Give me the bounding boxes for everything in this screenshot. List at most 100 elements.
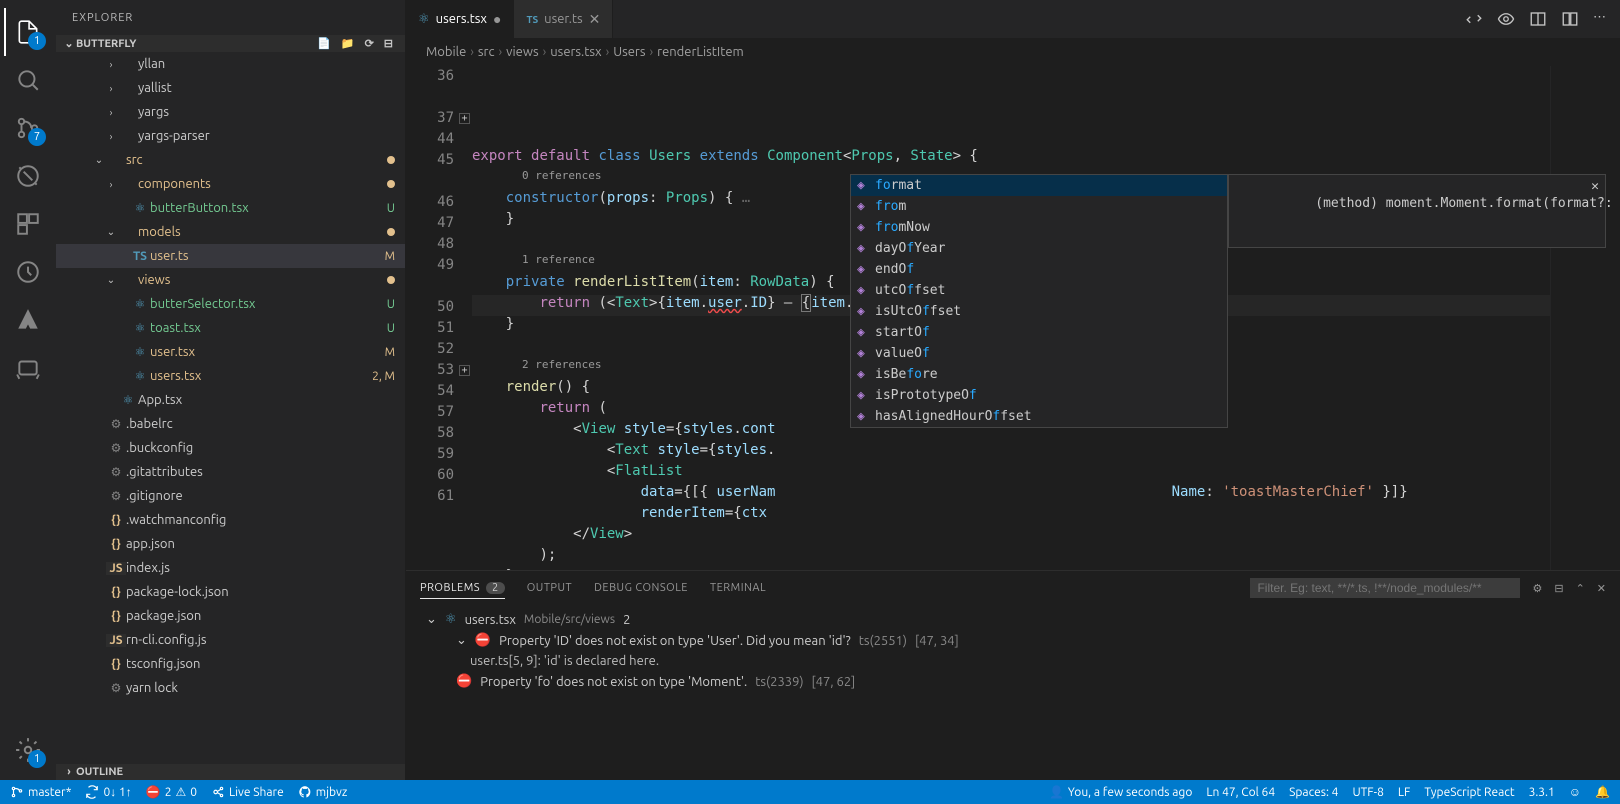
activity-azure[interactable] (4, 296, 52, 344)
tree-row[interactable]: ›yargs-parser (56, 124, 405, 148)
tree-row[interactable]: {}app.json (56, 532, 405, 556)
tree-row[interactable]: ⌄views (56, 268, 405, 292)
status-errors[interactable]: ⛔2 ⚠0 (146, 785, 197, 799)
problems-list[interactable]: ⌄ ⚛ users.tsx Mobile/src/views 2 ⌄ ⛔ Pro… (406, 605, 1620, 780)
tab-output[interactable]: OUTPUT (527, 582, 572, 594)
file-tree[interactable]: ›yllan›yallist›yargs›yargs-parser⌄src›co… (56, 52, 405, 764)
activity-debug[interactable] (4, 152, 52, 200)
status-encoding[interactable]: UTF-8 (1352, 786, 1383, 799)
problems-filter-input[interactable] (1250, 578, 1520, 598)
suggest-item[interactable]: ◈fromNow (851, 217, 1227, 238)
tree-row[interactable]: ⚛users.tsx2, M (56, 364, 405, 388)
tree-row[interactable]: ⚛user.tsxM (56, 340, 405, 364)
status-ts-version[interactable]: 3.3.1 (1529, 786, 1555, 799)
breadcrumb-item[interactable]: Mobile (426, 45, 466, 59)
suggest-item[interactable]: ◈endOf (851, 259, 1227, 280)
close-icon[interactable]: ✕ (1591, 179, 1599, 194)
breadcrumb-item[interactable]: Users (613, 45, 645, 59)
code-line[interactable]: data={[{ userNam Name: 'toastMasterChief… (472, 484, 1550, 505)
tree-row[interactable]: ⚙.gitignore (56, 484, 405, 508)
dirty-icon[interactable]: ● (493, 11, 501, 27)
suggest-item[interactable]: ◈isBefore (851, 364, 1227, 385)
suggest-item[interactable]: ◈isUtcOffset (851, 301, 1227, 322)
code-line[interactable]: <FlatList (472, 463, 1550, 484)
fold-icon[interactable]: + (459, 113, 470, 124)
new-file-icon[interactable]: 📄 (317, 37, 331, 50)
maximize-panel-icon[interactable]: ⌃ (1576, 582, 1585, 595)
suggest-item[interactable]: ◈from (851, 196, 1227, 217)
suggest-item[interactable]: ◈startOf (851, 322, 1227, 343)
compare-icon[interactable] (1465, 10, 1483, 28)
close-panel-icon[interactable]: ✕ (1597, 582, 1606, 595)
code-line[interactable]: ); (472, 547, 1550, 568)
tree-row[interactable]: ⚙.babelrc (56, 412, 405, 436)
status-feedback-icon[interactable]: ☺ (1569, 785, 1581, 799)
code-editor[interactable]: 3637+44454647484950515253+545758596061 e… (406, 66, 1620, 570)
tree-row[interactable]: {}tsconfig.json (56, 652, 405, 676)
activity-extensions[interactable] (4, 200, 52, 248)
tree-row[interactable]: {}.watchmanconfig (56, 508, 405, 532)
editor-tab[interactable]: ⚛users.tsx● (406, 0, 514, 38)
tree-row[interactable]: ⚛butterButton.tsxU (56, 196, 405, 220)
section-header-outline[interactable]: › OUTLINE (56, 764, 405, 780)
preview-icon[interactable] (1497, 10, 1515, 28)
tree-row[interactable]: ›components (56, 172, 405, 196)
activity-liveshare[interactable] (4, 344, 52, 392)
tab-problems[interactable]: PROBLEMS 2 (420, 582, 505, 599)
activity-scm[interactable]: 7 (4, 104, 52, 152)
activity-explorer[interactable]: 1 (4, 8, 52, 56)
tree-row[interactable]: ›yllan (56, 52, 405, 76)
tree-row[interactable]: {}package-lock.json (56, 580, 405, 604)
status-github[interactable]: mjbvz (298, 785, 348, 799)
tree-row[interactable]: ›yallist (56, 76, 405, 100)
suggest-item[interactable]: ◈hasAlignedHourOffset (851, 406, 1227, 427)
status-blame[interactable]: 👤You, a few seconds ago (1049, 785, 1192, 799)
section-header-project[interactable]: ⌄ BUTTERFLY 📄 📁 ⟳ ⊟ (56, 35, 405, 52)
activity-settings[interactable]: 1 (4, 726, 52, 774)
code-line[interactable]: } (472, 568, 1550, 570)
problem-item[interactable]: ⌄ ⛔ Property 'ID' does not exist on type… (416, 630, 1610, 651)
tree-row[interactable]: JSindex.js (56, 556, 405, 580)
tree-row[interactable]: ⚛butterSelector.tsxU (56, 292, 405, 316)
problem-item[interactable]: ⛔ Property 'fo' does not exist on type '… (416, 671, 1610, 692)
activity-remote[interactable] (4, 248, 52, 296)
minimap[interactable] (1550, 66, 1620, 570)
code-line[interactable]: renderItem={ctx (472, 505, 1550, 526)
layout-icon[interactable] (1561, 10, 1579, 28)
refresh-icon[interactable]: ⟳ (365, 37, 374, 50)
tab-debug-console[interactable]: DEBUG CONSOLE (594, 582, 688, 594)
tree-row[interactable]: ⌄src (56, 148, 405, 172)
code-content[interactable]: export default class Users extends Compo… (472, 66, 1550, 570)
suggest-item[interactable]: ◈dayOfYear (851, 238, 1227, 259)
filter-settings-icon[interactable]: ⚙ (1532, 582, 1542, 595)
tree-row[interactable]: JSrn-cli.config.js (56, 628, 405, 652)
suggest-item[interactable]: ◈isPrototypeOf (851, 385, 1227, 406)
intellisense-popup[interactable]: ◈format◈from◈fromNow◈dayOfYear◈endOf◈utc… (850, 174, 1228, 428)
breadcrumb-item[interactable]: users.tsx (550, 45, 601, 59)
tree-row[interactable]: ⚙.gitattributes (56, 460, 405, 484)
problem-related[interactable]: user.ts[5, 9]: 'id' is declared here. (416, 651, 1610, 671)
activity-search[interactable] (4, 56, 52, 104)
tree-row[interactable]: ⌄models (56, 220, 405, 244)
status-bell-icon[interactable]: 🔔 (1595, 785, 1610, 799)
suggest-item[interactable]: ◈valueOf (851, 343, 1227, 364)
new-folder-icon[interactable]: 📁 (341, 37, 355, 50)
tree-row[interactable]: ⚛toast.tsxU (56, 316, 405, 340)
breadcrumb-item[interactable]: renderListItem (657, 45, 744, 59)
tree-row[interactable]: ⚙.buckconfig (56, 436, 405, 460)
status-spaces[interactable]: Spaces: 4 (1289, 786, 1338, 799)
tab-terminal[interactable]: TERMINAL (710, 582, 766, 594)
status-eol[interactable]: LF (1398, 786, 1410, 799)
fold-icon[interactable]: + (459, 365, 470, 376)
status-language[interactable]: TypeScript React (1424, 786, 1514, 799)
suggest-item[interactable]: ◈utcOffset (851, 280, 1227, 301)
code-line[interactable]: <Text style={styles. (472, 442, 1550, 463)
collapse-panel-icon[interactable]: ⊟ (1554, 582, 1563, 595)
breadcrumb-item[interactable]: views (506, 45, 538, 59)
status-cursor-pos[interactable]: Ln 47, Col 64 (1206, 786, 1275, 799)
more-icon[interactable]: ⋯ (1593, 10, 1606, 28)
code-line[interactable]: </View> (472, 526, 1550, 547)
breadcrumb[interactable]: Mobile›src›views›users.tsx›Users›renderL… (406, 38, 1620, 66)
editor-tab[interactable]: TSuser.ts✕ (514, 0, 613, 38)
tree-row[interactable]: {}package.json (56, 604, 405, 628)
